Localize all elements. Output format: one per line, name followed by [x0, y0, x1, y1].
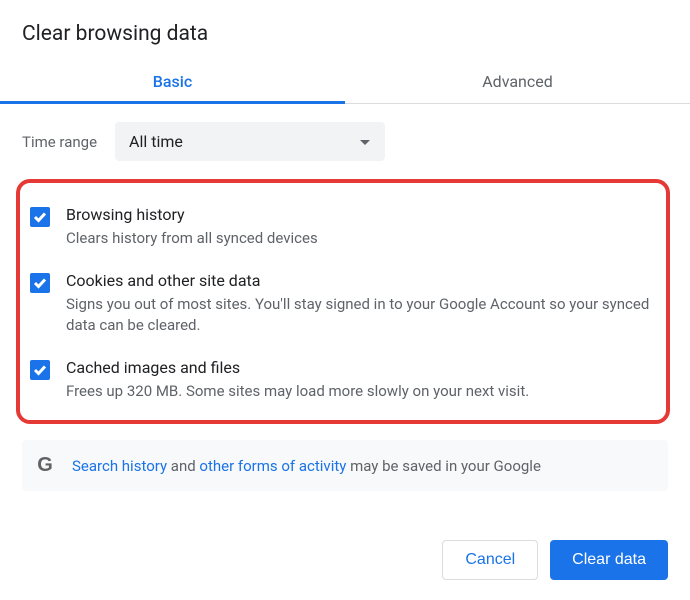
dialog-title: Clear browsing data: [0, 0, 690, 58]
checkbox-browsing-history[interactable]: [30, 207, 50, 227]
option-desc: Clears history from all synced devices: [66, 228, 652, 249]
cancel-button[interactable]: Cancel: [442, 540, 538, 580]
tab-basic-label: Basic: [153, 72, 192, 91]
dialog-body: Time range All time Browsing history Cle…: [0, 104, 690, 501]
google-icon: G: [34, 454, 56, 477]
checkbox-cookies[interactable]: [30, 273, 50, 293]
tab-advanced[interactable]: Advanced: [345, 58, 690, 103]
option-desc: Signs you out of most sites. You'll stay…: [66, 294, 652, 336]
option-title: Cached images and files: [66, 358, 652, 377]
clear-browsing-data-dialog: Clear browsing data Basic Advanced Time …: [0, 0, 690, 501]
time-range-value: All time: [129, 132, 183, 151]
link-search-history[interactable]: Search history: [72, 457, 167, 475]
tab-advanced-label: Advanced: [482, 72, 553, 91]
google-info-row: G Search history and other forms of acti…: [22, 440, 668, 491]
option-cookies: Cookies and other site data Signs you ou…: [26, 263, 656, 350]
option-browsing-history: Browsing history Clears history from all…: [26, 197, 656, 263]
clear-data-button[interactable]: Clear data: [550, 540, 668, 580]
time-range-label: Time range: [22, 133, 97, 151]
option-cached: Cached images and files Frees up 320 MB.…: [26, 350, 656, 406]
option-desc: Frees up 320 MB. Some sites may load mor…: [66, 381, 652, 402]
time-range-row: Time range All time: [22, 122, 668, 161]
time-range-select[interactable]: All time: [115, 122, 385, 161]
dialog-footer: Cancel Clear data: [0, 526, 690, 600]
tab-basic[interactable]: Basic: [0, 58, 345, 103]
option-title: Cookies and other site data: [66, 271, 652, 290]
option-title: Browsing history: [66, 205, 652, 224]
options-highlight: Browsing history Clears history from all…: [16, 179, 670, 424]
checkbox-cached[interactable]: [30, 360, 50, 380]
link-other-activity[interactable]: other forms of activity: [199, 457, 346, 475]
chevron-down-icon: [359, 132, 371, 151]
info-text: Search history and other forms of activi…: [72, 457, 541, 475]
tab-bar: Basic Advanced: [0, 58, 690, 104]
